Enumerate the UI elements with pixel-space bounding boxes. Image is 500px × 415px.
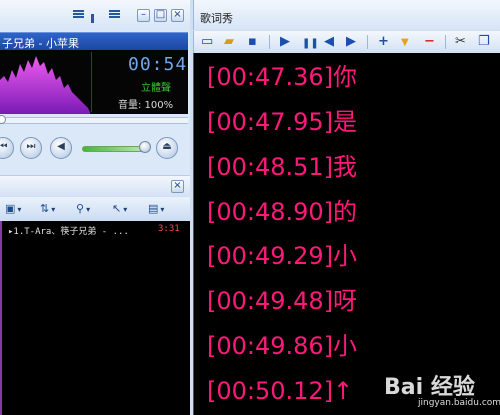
seek-bar[interactable] (0, 115, 188, 124)
seek-handle[interactable] (0, 115, 6, 124)
select-button[interactable]: ↖ ▾ (112, 202, 127, 216)
volume-readout: 音量: 100% (118, 100, 174, 111)
lyric-line: [00:49.86]小 (207, 332, 358, 360)
watermark-logo: Bai 经验 (384, 375, 475, 400)
now-playing-title: 子兄弟 - 小苹果 (2, 37, 79, 50)
lyrics-edit-icon[interactable]: ▭ (201, 34, 213, 49)
lyric-line: [00:48.90]的 (207, 198, 358, 226)
copy-icon[interactable]: ❐ (478, 34, 490, 49)
lyrics-window: 歌词秀 ▭ ▰ ▪ ▶ ❚❚ ◀ ▶ + ▼ − ✂ ❐ [00:47.36]你… (193, 0, 500, 415)
sort-icon: ⇅ (40, 202, 50, 215)
forward-icon[interactable]: ▶ (346, 34, 356, 49)
minimize-button[interactable]: – (137, 9, 150, 22)
spectrum-visualizer (0, 56, 90, 114)
minimize-icon: – (141, 9, 146, 20)
close-icon: × (173, 9, 182, 20)
next-button[interactable]: ⏭ (20, 137, 42, 159)
dropdown-arrow-icon: ▾ (123, 205, 128, 214)
speaker-icon: ◀ (57, 141, 65, 152)
playlist-toolbar: ▣ ▾ ⇅ ▾ ⚲ ▾ ↖ ▾ ▤ ▾ (0, 197, 190, 221)
player-window: – □ × 子兄弟 - 小苹果 00:54 立體聲 音量: 100% ⏮ ⏭ ◀… (0, 0, 190, 175)
display-divider (91, 52, 92, 112)
add-file-icon: ▣ (5, 202, 16, 215)
previous-icon: ⏮ (0, 141, 8, 152)
toolbar-separator (367, 35, 368, 49)
playlist-titlebar: × (0, 175, 190, 196)
next-icon: ⏭ (26, 141, 36, 152)
remove-line-icon[interactable]: − (424, 34, 435, 49)
dropdown-arrow-icon: ▾ (160, 205, 165, 214)
find-button[interactable]: ⚲ ▾ (76, 202, 90, 216)
player-titlebar: – □ × (0, 0, 190, 30)
stereo-label: 立體聲 (141, 83, 171, 94)
save-icon[interactable]: ▪ (248, 34, 257, 49)
lyrics-toolbar: ▭ ▰ ▪ ▶ ❚❚ ◀ ▶ + ▼ − ✂ ❐ (193, 31, 500, 53)
close-button[interactable]: × (171, 9, 184, 22)
lyrics-display: [00:47.36]你 [00:47.95]是 [00:48.51]我 [00:… (193, 53, 500, 415)
lyrics-window-title: 歌词秀 (200, 12, 233, 25)
watermark-url: jingyan.baidu.com (418, 398, 500, 408)
lyric-line: [00:48.51]我 (207, 153, 358, 181)
pause-icon[interactable]: ❚❚ (302, 36, 319, 51)
playlist-close-button[interactable]: × (171, 180, 184, 193)
track-title: ▸1.T-Ara、筷子兄弟 - ... (8, 227, 129, 237)
lyric-line: [00:50.12]↑ (207, 377, 354, 405)
time-readout: 00:54 (128, 54, 188, 75)
lyric-line: [00:47.36]你 (207, 63, 358, 91)
lyric-line: [00:49.48]呀 (207, 287, 358, 315)
toolbar-separator (269, 35, 270, 49)
dropdown-arrow-icon: ▾ (51, 205, 56, 214)
now-playing-bar: 子兄弟 - 小苹果 (0, 32, 188, 50)
add-file-button[interactable]: ▣ ▾ (5, 202, 21, 216)
lyrics-titlebar: 歌词秀 (193, 0, 500, 30)
list-button[interactable]: ▤ ▾ (148, 202, 164, 216)
track-duration: 3:31 (158, 224, 180, 234)
search-icon: ⚲ (76, 202, 85, 215)
rewind-icon[interactable]: ◀ (324, 34, 334, 49)
add-line-icon[interactable]: + (378, 34, 389, 49)
sort-button[interactable]: ⇅ ▾ (40, 202, 55, 216)
cut-icon[interactable]: ✂ (455, 34, 466, 49)
dropdown-arrow-icon: ▾ (17, 205, 22, 214)
eject-icon: ⏏ (162, 141, 172, 152)
open-folder-icon[interactable]: ▰ (224, 34, 234, 49)
play-icon[interactable]: ▶ (280, 34, 290, 49)
dropdown-arrow-icon[interactable]: ▼ (401, 35, 409, 50)
volume-slider-handle[interactable] (139, 141, 151, 153)
volume-slider[interactable] (82, 146, 144, 152)
maximize-button[interactable]: □ (154, 9, 167, 22)
playlist-list: ▸1.T-Ara、筷子兄弟 - ... 3:31 (0, 221, 190, 415)
visualizer-display: 00:54 立體聲 音量: 100% (0, 50, 188, 114)
lyric-line: [00:47.95]是 (207, 108, 358, 136)
watermark: Bai 经验 jingyan.baidu.com (380, 365, 500, 415)
lyrics-toggle-icon[interactable] (109, 9, 120, 21)
list-file-icon: ▤ (148, 202, 159, 215)
equalizer-icon[interactable] (91, 9, 102, 23)
lyric-line: [00:49.29]小 (207, 242, 358, 270)
toolbar-separator (445, 35, 446, 49)
eject-button[interactable]: ⏏ (156, 137, 178, 159)
playlist-toggle-icon[interactable] (73, 9, 84, 21)
mute-button[interactable]: ◀ (50, 137, 72, 159)
cursor-icon: ↖ (112, 202, 122, 215)
close-icon: × (173, 180, 182, 191)
dropdown-arrow-icon: ▾ (86, 205, 91, 214)
maximize-icon: □ (155, 9, 166, 20)
playlist-window: × ▣ ▾ ⇅ ▾ ⚲ ▾ ↖ ▾ ▤ ▾ ▸1.T-Ara、筷子兄弟 - ... 3:3… (0, 175, 190, 415)
previous-button[interactable]: ⏮ (0, 137, 14, 159)
